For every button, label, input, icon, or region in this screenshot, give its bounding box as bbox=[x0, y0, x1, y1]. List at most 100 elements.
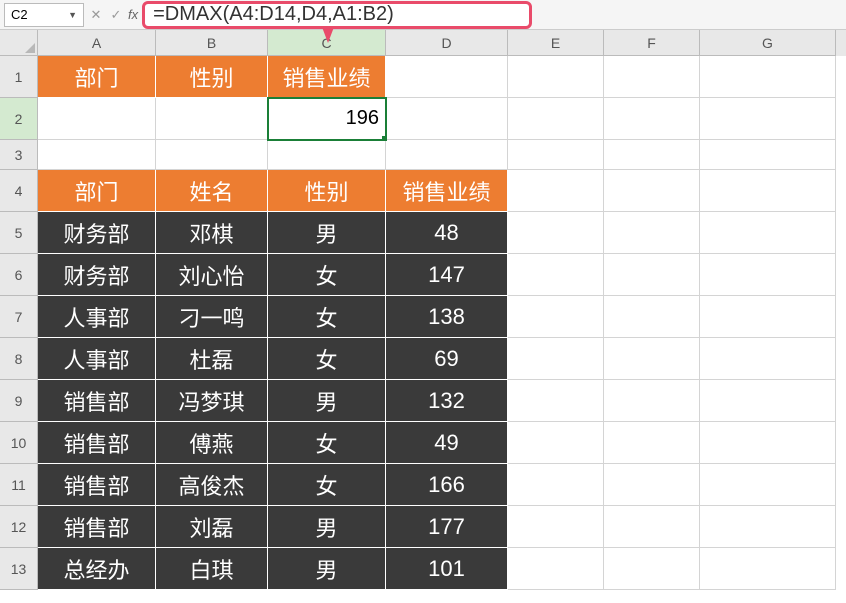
cell-C2[interactable]: 196 bbox=[268, 98, 386, 140]
cell-F4[interactable] bbox=[604, 170, 700, 212]
cell-E10[interactable] bbox=[508, 422, 604, 464]
cell-E1[interactable] bbox=[508, 56, 604, 98]
row-header-4[interactable]: 4 bbox=[0, 170, 38, 212]
cell-A10[interactable]: 销售部 bbox=[38, 422, 156, 464]
formula-bar-input[interactable]: =DMAX(A4:D14,D4,A1:B2) bbox=[142, 1, 532, 29]
col-header-B[interactable]: B bbox=[156, 30, 268, 56]
col-header-D[interactable]: D bbox=[386, 30, 508, 56]
cell-F1[interactable] bbox=[604, 56, 700, 98]
cell-C1[interactable]: 销售业绩 bbox=[268, 56, 386, 98]
cell-G11[interactable] bbox=[700, 464, 836, 506]
cell-B11[interactable]: 高俊杰 bbox=[156, 464, 268, 506]
cell-E12[interactable] bbox=[508, 506, 604, 548]
select-all-corner[interactable] bbox=[0, 30, 38, 56]
cell-A3[interactable] bbox=[38, 140, 156, 170]
cell-C9[interactable]: 男 bbox=[268, 380, 386, 422]
cell-C11[interactable]: 女 bbox=[268, 464, 386, 506]
cell-E4[interactable] bbox=[508, 170, 604, 212]
spreadsheet-grid[interactable]: ABCDEFG 1部门性别销售业绩219634部门姓名性别销售业绩5财务部邓棋男… bbox=[0, 30, 846, 590]
cell-C4[interactable]: 性别 bbox=[268, 170, 386, 212]
cell-F10[interactable] bbox=[604, 422, 700, 464]
cell-D2[interactable] bbox=[386, 98, 508, 140]
cell-E5[interactable] bbox=[508, 212, 604, 254]
cell-C5[interactable]: 男 bbox=[268, 212, 386, 254]
col-header-G[interactable]: G bbox=[700, 30, 836, 56]
cell-F6[interactable] bbox=[604, 254, 700, 296]
cell-F8[interactable] bbox=[604, 338, 700, 380]
cell-B1[interactable]: 性别 bbox=[156, 56, 268, 98]
row-header-8[interactable]: 8 bbox=[0, 338, 38, 380]
cell-D9[interactable]: 132 bbox=[386, 380, 508, 422]
row-header-11[interactable]: 11 bbox=[0, 464, 38, 506]
cell-E2[interactable] bbox=[508, 98, 604, 140]
cell-C13[interactable]: 男 bbox=[268, 548, 386, 590]
cell-F12[interactable] bbox=[604, 506, 700, 548]
cell-E8[interactable] bbox=[508, 338, 604, 380]
cell-A1[interactable]: 部门 bbox=[38, 56, 156, 98]
row-header-10[interactable]: 10 bbox=[0, 422, 38, 464]
cell-G1[interactable] bbox=[700, 56, 836, 98]
cell-A5[interactable]: 财务部 bbox=[38, 212, 156, 254]
cell-F13[interactable] bbox=[604, 548, 700, 590]
cell-C7[interactable]: 女 bbox=[268, 296, 386, 338]
cell-C10[interactable]: 女 bbox=[268, 422, 386, 464]
cell-G7[interactable] bbox=[700, 296, 836, 338]
cell-E6[interactable] bbox=[508, 254, 604, 296]
cell-G5[interactable] bbox=[700, 212, 836, 254]
cell-D12[interactable]: 177 bbox=[386, 506, 508, 548]
cell-G9[interactable] bbox=[700, 380, 836, 422]
row-header-9[interactable]: 9 bbox=[0, 380, 38, 422]
cell-A2[interactable] bbox=[38, 98, 156, 140]
cell-B7[interactable]: 刁一鸣 bbox=[156, 296, 268, 338]
cell-D6[interactable]: 147 bbox=[386, 254, 508, 296]
cell-G13[interactable] bbox=[700, 548, 836, 590]
accept-icon[interactable]: ✓ bbox=[108, 7, 124, 23]
cell-B5[interactable]: 邓棋 bbox=[156, 212, 268, 254]
cell-A7[interactable]: 人事部 bbox=[38, 296, 156, 338]
cell-D4[interactable]: 销售业绩 bbox=[386, 170, 508, 212]
col-header-E[interactable]: E bbox=[508, 30, 604, 56]
fx-icon[interactable]: fx bbox=[128, 7, 138, 22]
cell-B10[interactable]: 傅燕 bbox=[156, 422, 268, 464]
cell-B13[interactable]: 白琪 bbox=[156, 548, 268, 590]
cell-D13[interactable]: 101 bbox=[386, 548, 508, 590]
cell-B3[interactable] bbox=[156, 140, 268, 170]
cell-G3[interactable] bbox=[700, 140, 836, 170]
cell-D10[interactable]: 49 bbox=[386, 422, 508, 464]
cell-G12[interactable] bbox=[700, 506, 836, 548]
cell-B8[interactable]: 杜磊 bbox=[156, 338, 268, 380]
cell-C6[interactable]: 女 bbox=[268, 254, 386, 296]
row-header-5[interactable]: 5 bbox=[0, 212, 38, 254]
cell-D3[interactable] bbox=[386, 140, 508, 170]
cell-F9[interactable] bbox=[604, 380, 700, 422]
row-header-13[interactable]: 13 bbox=[0, 548, 38, 590]
cell-B6[interactable]: 刘心怡 bbox=[156, 254, 268, 296]
cell-A6[interactable]: 财务部 bbox=[38, 254, 156, 296]
cell-D7[interactable]: 138 bbox=[386, 296, 508, 338]
cell-G6[interactable] bbox=[700, 254, 836, 296]
cell-E9[interactable] bbox=[508, 380, 604, 422]
row-header-3[interactable]: 3 bbox=[0, 140, 38, 170]
row-header-1[interactable]: 1 bbox=[0, 56, 38, 98]
cell-B12[interactable]: 刘磊 bbox=[156, 506, 268, 548]
cell-E3[interactable] bbox=[508, 140, 604, 170]
cell-G8[interactable] bbox=[700, 338, 836, 380]
cell-A4[interactable]: 部门 bbox=[38, 170, 156, 212]
cell-A9[interactable]: 销售部 bbox=[38, 380, 156, 422]
cell-C3[interactable] bbox=[268, 140, 386, 170]
cell-F11[interactable] bbox=[604, 464, 700, 506]
cell-G10[interactable] bbox=[700, 422, 836, 464]
cell-E11[interactable] bbox=[508, 464, 604, 506]
cell-F7[interactable] bbox=[604, 296, 700, 338]
name-box-dropdown-icon[interactable]: ▼ bbox=[68, 10, 77, 20]
row-header-7[interactable]: 7 bbox=[0, 296, 38, 338]
cell-C8[interactable]: 女 bbox=[268, 338, 386, 380]
cell-A13[interactable]: 总经办 bbox=[38, 548, 156, 590]
cell-B2[interactable] bbox=[156, 98, 268, 140]
name-box[interactable]: C2 ▼ bbox=[4, 3, 84, 27]
cell-A12[interactable]: 销售部 bbox=[38, 506, 156, 548]
cell-D8[interactable]: 69 bbox=[386, 338, 508, 380]
cell-D1[interactable] bbox=[386, 56, 508, 98]
cell-F2[interactable] bbox=[604, 98, 700, 140]
cell-D11[interactable]: 166 bbox=[386, 464, 508, 506]
